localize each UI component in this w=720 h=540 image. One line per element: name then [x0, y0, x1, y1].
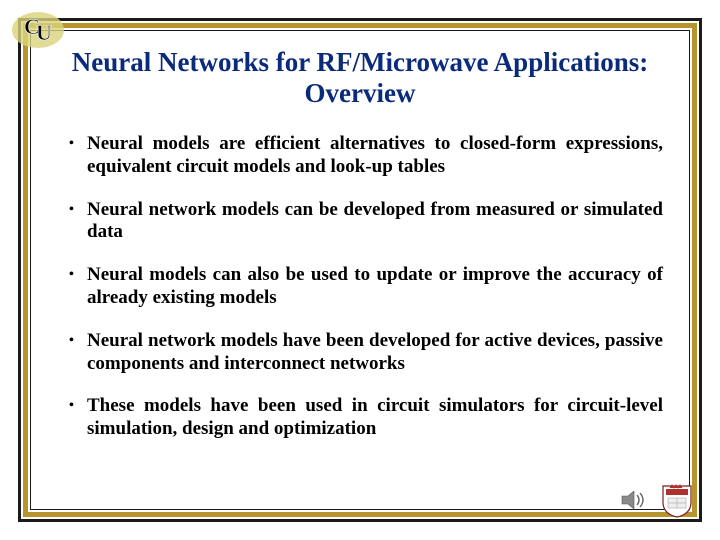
- bullet-dot-icon: •: [69, 395, 87, 441]
- bullet-text: These models have been used in circuit s…: [87, 395, 663, 441]
- bullet-dot-icon: •: [69, 199, 87, 245]
- list-item: • These models have been used in circuit…: [69, 395, 663, 441]
- bullet-dot-icon: •: [69, 133, 87, 179]
- list-item: • Neural models are efficient alternativ…: [69, 133, 663, 179]
- bullet-dot-icon: •: [69, 330, 87, 376]
- bullet-text: Neural models can also be used to update…: [87, 264, 663, 310]
- slide-content: Neural Networks for RF/Microwave Applica…: [51, 43, 669, 497]
- list-item: • Neural network models can be developed…: [69, 199, 663, 245]
- list-item: • Neural models can also be used to upda…: [69, 264, 663, 310]
- slide-title: Neural Networks for RF/Microwave Applica…: [51, 47, 669, 109]
- crest-logo-icon: [660, 482, 694, 518]
- svg-text:U: U: [36, 20, 52, 45]
- bullet-text: Neural models are efficient alternatives…: [87, 133, 663, 179]
- bullet-list: • Neural models are efficient alternativ…: [51, 133, 669, 441]
- bullet-dot-icon: •: [69, 264, 87, 310]
- slide-frame: Neural Networks for RF/Microwave Applica…: [18, 18, 702, 522]
- speaker-icon[interactable]: [620, 488, 648, 512]
- slide-frame-gold: Neural Networks for RF/Microwave Applica…: [23, 23, 697, 517]
- bullet-text: Neural network models have been develope…: [87, 330, 663, 376]
- list-item: • Neural network models have been develo…: [69, 330, 663, 376]
- slide-frame-inner: Neural Networks for RF/Microwave Applica…: [30, 30, 690, 510]
- bullet-text: Neural network models can be developed f…: [87, 199, 663, 245]
- cu-logo-icon: C U: [10, 6, 66, 52]
